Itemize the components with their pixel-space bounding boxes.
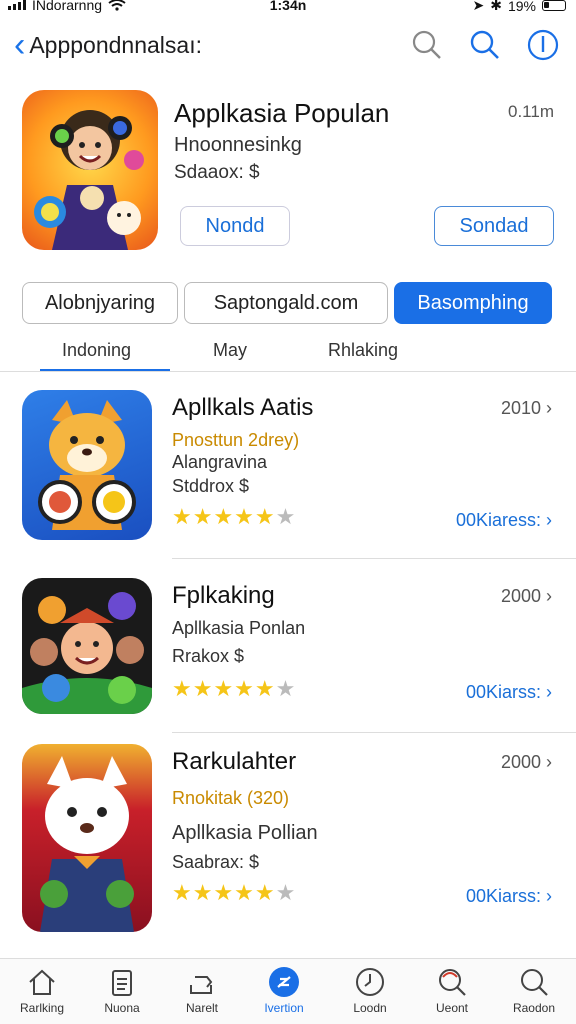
app-list-item[interactable]: Rarkulahter 2000 › Rnokitak (320) Apllka… (0, 744, 576, 932)
battery-percent: 19% (507, 0, 536, 14)
navigation-bar: ‹ Apppondnnalsaı: (0, 22, 576, 72)
app-year: 2000 › (500, 752, 552, 772)
tabbar-label: Narelt (185, 1001, 218, 1015)
status-bar: INdorarnng 1:34n ➤ ✱ 19% (0, 0, 576, 18)
info-icon[interactable] (526, 28, 560, 62)
app-more-link[interactable]: 00Kiaress: › (456, 510, 552, 531)
app-list-item[interactable]: Apllkals Aatis 2010 › Pnosttun 2drey) Al… (0, 390, 576, 560)
featured-app-price: Sdaaox: $ (174, 162, 260, 183)
divider (172, 558, 576, 559)
tabbar-label: Ueont (435, 1001, 469, 1015)
tab-rhlaking[interactable]: Rhlaking (328, 340, 398, 361)
search-icon[interactable] (468, 28, 502, 62)
star-rating: ★★★★★★ (172, 676, 297, 701)
app-name: Fplkaking (172, 582, 275, 609)
app-list-item[interactable]: Fplkaking 2000 › Apllkasia Ponlan Rrakox… (0, 578, 576, 748)
app-name: Apllkals Aatis (172, 394, 314, 421)
location-icon: ➤ (472, 0, 485, 13)
app-category: Alangravina (172, 452, 268, 472)
back-button[interactable]: ‹ Apppondnnalsaı: (14, 26, 202, 64)
search-icon (521, 969, 548, 996)
chevron-left-icon: ‹ (14, 26, 26, 64)
tab-indoning[interactable]: Indoning (62, 340, 131, 361)
search-icon[interactable] (410, 28, 444, 62)
home-icon (29, 969, 55, 995)
battery-icon (542, 0, 566, 11)
app-subtitle: Pnosttun 2drey) (172, 430, 300, 450)
tab-may[interactable]: May (213, 340, 247, 361)
filter-option[interactable]: Alobnjyaring (22, 282, 178, 324)
app-subtitle: Apllkasia Ponlan (172, 618, 306, 638)
featured-app-meta: 0.11m (508, 102, 554, 121)
chevron-right-icon: › (546, 398, 552, 418)
filter-segmented-control: Alobnjyaring Saptongald.com Basomphing (22, 282, 554, 324)
app-name: Rarkulahter (172, 748, 297, 775)
app-category: Apllkasia Pollian (172, 822, 318, 844)
tabbar-item-raodon[interactable]: Raodon (494, 965, 574, 1015)
featured-app-icon (22, 90, 158, 250)
star-rating: ★★★★★★ (172, 880, 297, 905)
app-more-link[interactable]: 00Kiarss: › (466, 886, 552, 907)
app-price: Saabrax: $ (172, 852, 260, 872)
featured-primary-button[interactable]: Sondad (434, 206, 554, 246)
tab-underline (40, 369, 170, 371)
app-year: 2000 › (500, 586, 552, 606)
tabbar-item-ranking[interactable]: Rarlking (2, 965, 82, 1015)
featured-secondary-button[interactable]: Nondd (180, 206, 290, 246)
app-year: 2010 › (500, 398, 552, 418)
divider (172, 732, 576, 733)
star-rating: ★★★★★★ (172, 504, 297, 529)
tabbar-item-loodn[interactable]: Loodn (330, 965, 410, 1015)
filter-option[interactable]: Saptongald.com (184, 282, 388, 324)
app-icon (22, 390, 152, 540)
clipboard-icon (112, 970, 132, 996)
featured-app-title: Applkasia Populan (174, 98, 390, 128)
app-price: Stddrox $ (172, 476, 250, 496)
tabbar-item-ivertion[interactable]: Ivertion (244, 965, 324, 1015)
share-icon (190, 976, 213, 994)
app-subtitle: Rnokitak (320) (172, 788, 290, 808)
clock-icon (356, 968, 384, 996)
tabbar-label: Raodon (512, 1001, 556, 1015)
featured-app[interactable]: Applkasia Populan 0.11m Hnoonnesinkg Sda… (22, 90, 554, 260)
tabbar-item-ueont[interactable]: Ueont (412, 965, 492, 1015)
tabbar-label: Rarlking (19, 1001, 64, 1015)
tabbar-item-news[interactable]: Nuona (82, 965, 162, 1015)
app-store-icon (269, 967, 299, 997)
filter-option-selected[interactable]: Basomphing (394, 282, 552, 324)
tabbar-label: Ivertion (264, 1001, 304, 1015)
tabbar-label: Loodn (353, 1001, 387, 1015)
app-price: Rrakox $ (172, 646, 245, 666)
category-tabs: Indoning May Rhlaking (0, 336, 576, 372)
tabbar-label: Nuona (104, 1001, 140, 1015)
featured-app-subtitle: Hnoonnesinkg (174, 134, 302, 156)
chevron-right-icon: › (546, 752, 552, 772)
chevron-right-icon: › (546, 586, 552, 606)
back-label: Apppondnnalsaı: (29, 31, 202, 58)
app-more-link[interactable]: 00Kiarss: › (466, 682, 552, 703)
bottom-tab-bar: Rarlking Nuona Narelt Ivertion Loodn Ueo… (0, 958, 576, 1024)
app-icon (22, 744, 152, 932)
bluetooth-icon: ✱ (490, 0, 502, 13)
app-icon (22, 578, 152, 714)
tabbar-item-narelt[interactable]: Narelt (162, 965, 242, 1015)
search-icon (439, 969, 466, 996)
